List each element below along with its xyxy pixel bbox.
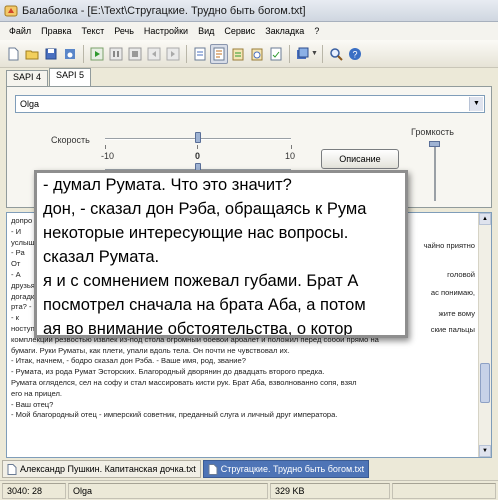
editor-fragment: головой [447, 270, 475, 279]
cursor-position: 3040: 28 [2, 482, 66, 499]
stop-icon[interactable] [126, 44, 144, 64]
spellcheck-icon[interactable] [267, 44, 285, 64]
menu-item-0[interactable]: Файл [4, 26, 36, 36]
toolbar-separator [186, 44, 187, 63]
toolbar-separator [83, 44, 84, 63]
help-icon[interactable]: ? [346, 44, 364, 64]
magnifier-line: посмотрел сначала на брата Аба, а потом [43, 296, 366, 314]
rate-tick [291, 145, 292, 149]
description-button[interactable]: Описание [321, 149, 399, 169]
editor-fragment: чайно приятно [423, 241, 475, 250]
editor-fragment: ские пальцы [430, 325, 475, 334]
toolbar-separator [289, 44, 290, 63]
doc-tab-label: Александр Пушкин. Капитанская дочка.txt [20, 464, 196, 474]
status-empty [392, 482, 496, 499]
menu-item-7[interactable]: Закладка [260, 26, 309, 36]
scrollbar-thumb[interactable] [480, 363, 490, 403]
rate-label: Скорость [51, 135, 90, 145]
voice-select-value: Olga [20, 99, 40, 109]
doc-tab-0[interactable]: Александр Пушкин. Капитанская дочка.txt [2, 460, 201, 478]
document-icon [7, 463, 17, 475]
rate-tick [105, 145, 106, 149]
find-icon[interactable] [327, 44, 345, 64]
rate-min-label: -10 [101, 151, 115, 161]
rate-tick [197, 145, 198, 149]
pause-icon[interactable] [107, 44, 125, 64]
menu-item-1[interactable]: Правка [36, 26, 76, 36]
text-rotate-icon[interactable] [191, 44, 209, 64]
toolbar: ▼ ? [0, 40, 498, 68]
rate-slider-thumb[interactable] [195, 132, 201, 143]
magnifier-line: сказал Румата. [43, 248, 160, 266]
magnifier-line: дон, - сказал дон Рэба, обращаясь к Рума [43, 200, 367, 218]
editor-line: его на прицел. [11, 388, 63, 398]
editor-line: - Мой благородный отец - имперский совет… [11, 410, 338, 420]
doc-tab-1[interactable]: Стругацкие. Трудно быть богом.txt [202, 460, 370, 478]
document-tabs: Александр Пушкин. Капитанская дочка.txt С… [0, 460, 498, 480]
status-bar: 3040: 28 Olga 329 KB [0, 480, 498, 500]
open-folder-icon[interactable] [23, 44, 41, 64]
voice-select[interactable]: Olga ▼ [15, 95, 485, 113]
magnifier-line: я и с сомнением пожевал губами. Брат А [43, 272, 359, 290]
editor-line: бумаги. Руки Руматы, как плети, упали вд… [11, 345, 290, 355]
doc-tab-label: Стругацкие. Трудно быть богом.txt [220, 464, 365, 474]
window-title: Балаболка - [E:\Text\Стругацкие. Трудно … [22, 4, 306, 17]
play-icon[interactable] [88, 44, 106, 64]
magnifier-line: ая во внимание обстоятельства, о котор [43, 320, 353, 338]
menu-bar: Файл Правка Текст Речь Настройки Вид Сервис Зак… [0, 22, 498, 40]
menu-item-5[interactable]: Вид [193, 26, 219, 36]
scroll-up-icon[interactable]: ▲ [479, 213, 491, 225]
next-icon[interactable] [164, 44, 182, 64]
magnifier-line: - думал Румата. Что это значит? [43, 176, 292, 194]
editor-line: - Ваш отец? [11, 399, 54, 409]
magnifier-line: некоторые интересующие нас вопросы. [43, 224, 349, 242]
volume-slider-thumb[interactable] [429, 141, 440, 147]
tab-sapi4[interactable]: SAPI 4 [6, 70, 49, 86]
record-dropdown-icon[interactable] [294, 44, 312, 64]
menu-item-6[interactable]: Сервис [219, 26, 260, 36]
editor-fragment: жите вому [438, 309, 475, 318]
new-file-icon[interactable] [4, 44, 22, 64]
volume-label: Громкость [411, 127, 454, 137]
svg-text:?: ? [352, 49, 357, 59]
balabolka-icon [4, 5, 18, 16]
menu-item-2[interactable]: Текст [77, 26, 110, 36]
prev-icon[interactable] [145, 44, 163, 64]
save-audio-icon[interactable] [61, 44, 79, 64]
file-size: 329 KB [270, 482, 390, 499]
rate-mid-label: 0 [195, 151, 201, 161]
save-icon[interactable] [42, 44, 60, 64]
editor-line: - Румата, из рода Румат Эсторских. Благо… [11, 367, 325, 377]
editor-line: - Итак, начнем, - бодро сказал дон Рэба.… [11, 356, 246, 366]
document-icon [208, 463, 218, 475]
scroll-down-icon[interactable]: ▼ [479, 445, 491, 457]
volume-slider-track[interactable] [434, 141, 436, 201]
title-bar: Балаболка - [E:\Text\Стругацкие. Трудно … [0, 0, 498, 22]
editor-line: Румата огляделся, сел на софу и стал мас… [11, 377, 357, 387]
clipboard-read-icon[interactable] [229, 44, 247, 64]
text-magnifier: - думал Румата. Что это значит? дон, - ск… [34, 170, 408, 338]
toolbar-separator [321, 44, 323, 63]
chevron-down-icon[interactable]: ▼ [311, 50, 318, 57]
text-magnifier-icon[interactable] [210, 43, 228, 64]
menu-item-3[interactable]: Речь [109, 26, 139, 36]
rate-max-label: 10 [285, 151, 296, 161]
tab-sapi5[interactable]: SAPI 5 [49, 68, 92, 86]
menu-item-4[interactable]: Настройки [139, 26, 193, 36]
voice-engine-tabs: SAPI 4 SAPI 5 [6, 68, 92, 86]
clipboard-watch-icon[interactable] [248, 44, 266, 64]
editor-scrollbar[interactable]: ▲ ▼ [478, 213, 491, 457]
editor-fragment: ас понимаю, [430, 288, 475, 297]
status-voice: Olga [68, 482, 268, 499]
menu-item-8[interactable]: ? [309, 26, 324, 36]
chevron-down-icon[interactable]: ▼ [469, 97, 483, 111]
